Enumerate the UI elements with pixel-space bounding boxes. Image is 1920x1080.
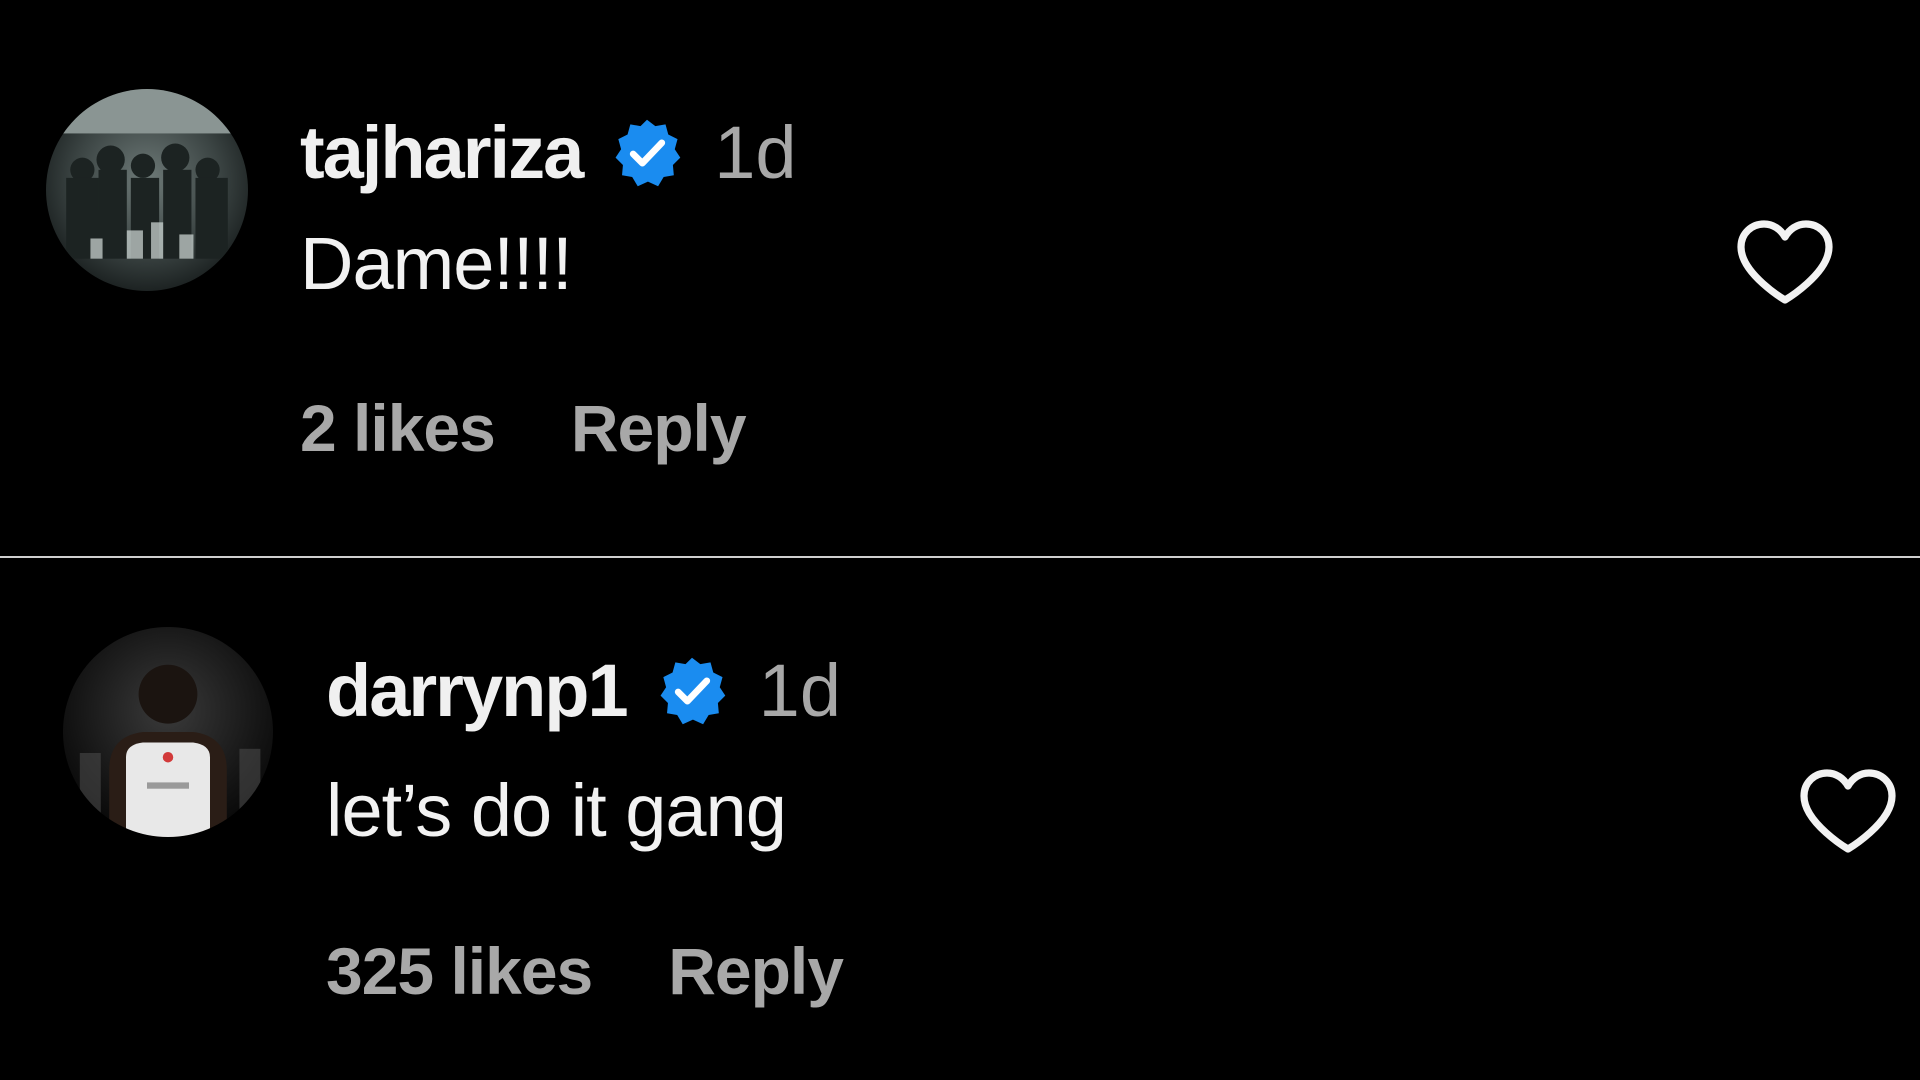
comment-header: tajhariza 1d — [300, 107, 797, 199]
user-avatar[interactable] — [63, 627, 273, 837]
username-link[interactable]: tajhariza — [300, 107, 584, 199]
username-link[interactable]: darrynp1 — [326, 645, 629, 737]
comment-actions: 325 likes Reply — [326, 929, 844, 1013]
comment-header: darrynp1 1d — [326, 645, 841, 737]
comment-text: let’s do it gang — [326, 769, 787, 852]
like-button[interactable] — [1796, 765, 1900, 857]
comment-text: Dame!!!! — [300, 222, 573, 305]
user-avatar[interactable] — [46, 89, 248, 291]
reply-button[interactable]: Reply — [571, 386, 747, 470]
verified-badge-icon — [655, 654, 729, 728]
heart-outline-icon — [1737, 220, 1833, 304]
likes-count[interactable]: 2 likes — [300, 386, 496, 470]
reply-button[interactable]: Reply — [668, 929, 844, 1013]
like-button[interactable] — [1733, 216, 1837, 308]
likes-count[interactable]: 325 likes — [326, 929, 593, 1013]
comment-timestamp: 1d — [758, 649, 841, 732]
player-jersey-avatar — [63, 627, 273, 837]
comment-actions: 2 likes Reply — [300, 386, 747, 470]
comment-divider — [0, 556, 1920, 558]
comment-item: tajhariza 1d Dame!!!! 2 likes Reply — [0, 0, 1920, 557]
comment-item: darrynp1 1d let’s do it gang 325 likes R… — [0, 559, 1920, 1080]
comment-timestamp: 1d — [714, 111, 797, 194]
verified-badge-icon — [610, 116, 684, 190]
crowd-photo-avatar — [46, 89, 248, 291]
heart-outline-icon — [1800, 769, 1896, 853]
